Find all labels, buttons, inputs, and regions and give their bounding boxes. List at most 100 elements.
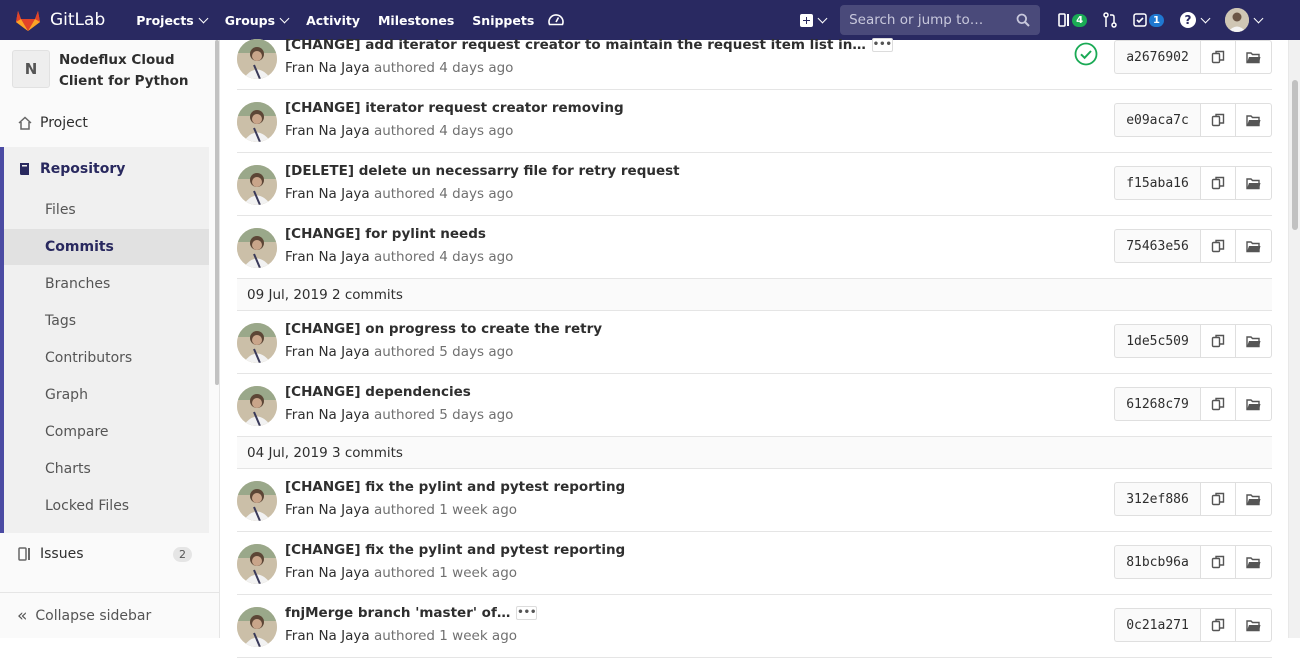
- commit-sha-button[interactable]: 81bcb96a: [1114, 545, 1200, 579]
- copy-sha-button[interactable]: [1200, 387, 1236, 421]
- issues-nav-button[interactable]: 4: [1058, 13, 1088, 27]
- nav-link-label: Groups: [224, 12, 276, 28]
- commit-title-link[interactable]: [CHANGE] dependencies: [285, 384, 471, 400]
- collapse-sidebar-button[interactable]: « Collapse sidebar: [0, 592, 219, 638]
- search-input[interactable]: [849, 12, 1010, 28]
- browse-files-button[interactable]: [1236, 608, 1272, 642]
- copy-sha-button[interactable]: [1200, 40, 1236, 74]
- author-avatar[interactable]: [237, 481, 277, 521]
- nav-projects[interactable]: Projects: [127, 0, 216, 40]
- commit-title-link[interactable]: [CHANGE] fix the pylint and pytest repor…: [285, 479, 625, 495]
- commit-sha-button[interactable]: f15aba16: [1114, 166, 1200, 200]
- copy-sha-button[interactable]: [1200, 608, 1236, 642]
- help-icon: ?: [1180, 12, 1196, 28]
- commit-sha-button[interactable]: 61268c79: [1114, 387, 1200, 421]
- commit-sha-button[interactable]: 1de5c509: [1114, 324, 1200, 358]
- author-avatar[interactable]: [237, 386, 277, 426]
- author-avatar[interactable]: [237, 228, 277, 268]
- todos-nav-button[interactable]: 1: [1133, 13, 1164, 27]
- pipeline-passed-icon[interactable]: [1074, 42, 1098, 66]
- commit-title-line: fnjMerge branch 'master' of… •••: [285, 605, 538, 621]
- commit-title-link[interactable]: [CHANGE] fix the pylint and pytest repor…: [285, 542, 625, 558]
- browse-files-button[interactable]: [1236, 482, 1272, 516]
- new-item-dropdown[interactable]: [800, 13, 828, 27]
- browse-files-button[interactable]: [1236, 103, 1272, 137]
- sidebar-item-charts[interactable]: Charts: [4, 451, 209, 487]
- commit-meta: Fran Na Jaya authored 4 days ago: [285, 123, 513, 139]
- commit-row: [CHANGE] for pylint needs Fran Na Jaya au…: [237, 216, 1272, 279]
- chevron-down-icon: [279, 13, 290, 23]
- sidebar-item-label: Issues: [40, 546, 84, 562]
- commit-title-link[interactable]: [DELETE] delete un necessarry file for r…: [285, 163, 680, 179]
- commit-title-line: [DELETE] delete un necessarry file for r…: [285, 163, 680, 179]
- commit-author-link[interactable]: Fran Na Jaya: [285, 344, 370, 360]
- commit-author-link[interactable]: Fran Na Jaya: [285, 186, 370, 202]
- commit-sha-button[interactable]: 0c21a271: [1114, 608, 1200, 642]
- help-dropdown[interactable]: ?: [1180, 12, 1211, 28]
- sidebar-item-locked-files[interactable]: Locked Files: [4, 488, 209, 524]
- sidebar-item-repository[interactable]: Repository: [0, 151, 209, 187]
- commit-title-link[interactable]: [CHANGE] for pylint needs: [285, 226, 486, 242]
- commit-author-link[interactable]: Fran Na Jaya: [285, 407, 370, 423]
- author-avatar[interactable]: [237, 165, 277, 205]
- author-avatar[interactable]: [237, 544, 277, 584]
- issues-icon: [1058, 13, 1070, 27]
- page-scrollbar-thumb[interactable]: [1292, 80, 1298, 230]
- search-icon: [1016, 13, 1030, 27]
- commit-author-link[interactable]: Fran Na Jaya: [285, 249, 370, 265]
- sidebar-item-contributors[interactable]: Contributors: [4, 340, 209, 376]
- browse-files-button[interactable]: [1236, 324, 1272, 358]
- commit-author-link[interactable]: Fran Na Jaya: [285, 565, 370, 581]
- sidebar-item-issues[interactable]: Issues 2: [0, 536, 209, 572]
- author-avatar[interactable]: [237, 323, 277, 363]
- todo-check-icon: [1133, 13, 1147, 27]
- copy-sha-button[interactable]: [1200, 229, 1236, 263]
- commit-time: authored 5 days ago: [373, 344, 514, 360]
- commit-sha-button[interactable]: e09aca7c: [1114, 103, 1200, 137]
- author-avatar[interactable]: [237, 102, 277, 142]
- commit-author-link[interactable]: Fran Na Jaya: [285, 60, 370, 76]
- sidebar-scrollbar[interactable]: [215, 40, 219, 385]
- todos-count-badge: 1: [1149, 13, 1164, 27]
- browse-files-button[interactable]: [1236, 40, 1272, 74]
- author-avatar[interactable]: [237, 39, 277, 79]
- commit-author-link[interactable]: Fran Na Jaya: [285, 628, 370, 644]
- commit-sha-button[interactable]: 312ef886: [1114, 482, 1200, 516]
- commit-title-link[interactable]: [CHANGE] on progress to create the retry: [285, 321, 602, 337]
- gitlab-home-link[interactable]: GitLab: [15, 0, 105, 40]
- commit-title-link[interactable]: [CHANGE] add iterator request creator to…: [285, 37, 866, 53]
- sidebar-item-label: Repository: [40, 161, 126, 177]
- copy-sha-button[interactable]: [1200, 166, 1236, 200]
- sidebar-item-project[interactable]: Project: [0, 105, 209, 141]
- author-avatar[interactable]: [237, 607, 277, 647]
- copy-sha-button[interactable]: [1200, 103, 1236, 137]
- commit-author-link[interactable]: Fran Na Jaya: [285, 123, 370, 139]
- sidebar-item-files[interactable]: Files: [4, 192, 209, 228]
- sidebar-item-commits[interactable]: Commits: [4, 229, 209, 265]
- browse-files-button[interactable]: [1236, 229, 1272, 263]
- sidebar-item-compare[interactable]: Compare: [4, 414, 209, 450]
- commit-sha-button[interactable]: a2676902: [1114, 40, 1200, 74]
- copy-sha-button[interactable]: [1200, 324, 1236, 358]
- commit-time: authored 5 days ago: [373, 407, 514, 423]
- page-scrollbar[interactable]: [1288, 40, 1300, 638]
- expand-description-button[interactable]: •••: [871, 38, 893, 52]
- copy-sha-button[interactable]: [1200, 482, 1236, 516]
- commit-title-link[interactable]: [CHANGE] iterator request creator removi…: [285, 100, 624, 116]
- commit-row: [CHANGE] dependencies Fran Na Jaya author…: [237, 374, 1272, 437]
- commit-sha-group: e09aca7c: [1114, 103, 1272, 137]
- sidebar-item-tags[interactable]: Tags: [4, 303, 209, 339]
- browse-files-button[interactable]: [1236, 387, 1272, 421]
- commit-title-link[interactable]: fnjMerge branch 'master' of…: [285, 605, 510, 621]
- expand-description-button[interactable]: •••: [516, 606, 538, 620]
- copy-sha-button[interactable]: [1200, 545, 1236, 579]
- commit-row: [CHANGE] on progress to create the retry…: [237, 311, 1272, 374]
- browse-files-button[interactable]: [1236, 545, 1272, 579]
- sidebar-item-graph[interactable]: Graph: [4, 377, 209, 413]
- sidebar-item-branches[interactable]: Branches: [4, 266, 209, 302]
- merge-requests-nav-button[interactable]: [1103, 12, 1117, 28]
- commit-sha-button[interactable]: 75463e56: [1114, 229, 1200, 263]
- browse-files-button[interactable]: [1236, 166, 1272, 200]
- commit-author-link[interactable]: Fran Na Jaya: [285, 502, 370, 518]
- commit-sha-group: 1de5c509: [1114, 324, 1272, 358]
